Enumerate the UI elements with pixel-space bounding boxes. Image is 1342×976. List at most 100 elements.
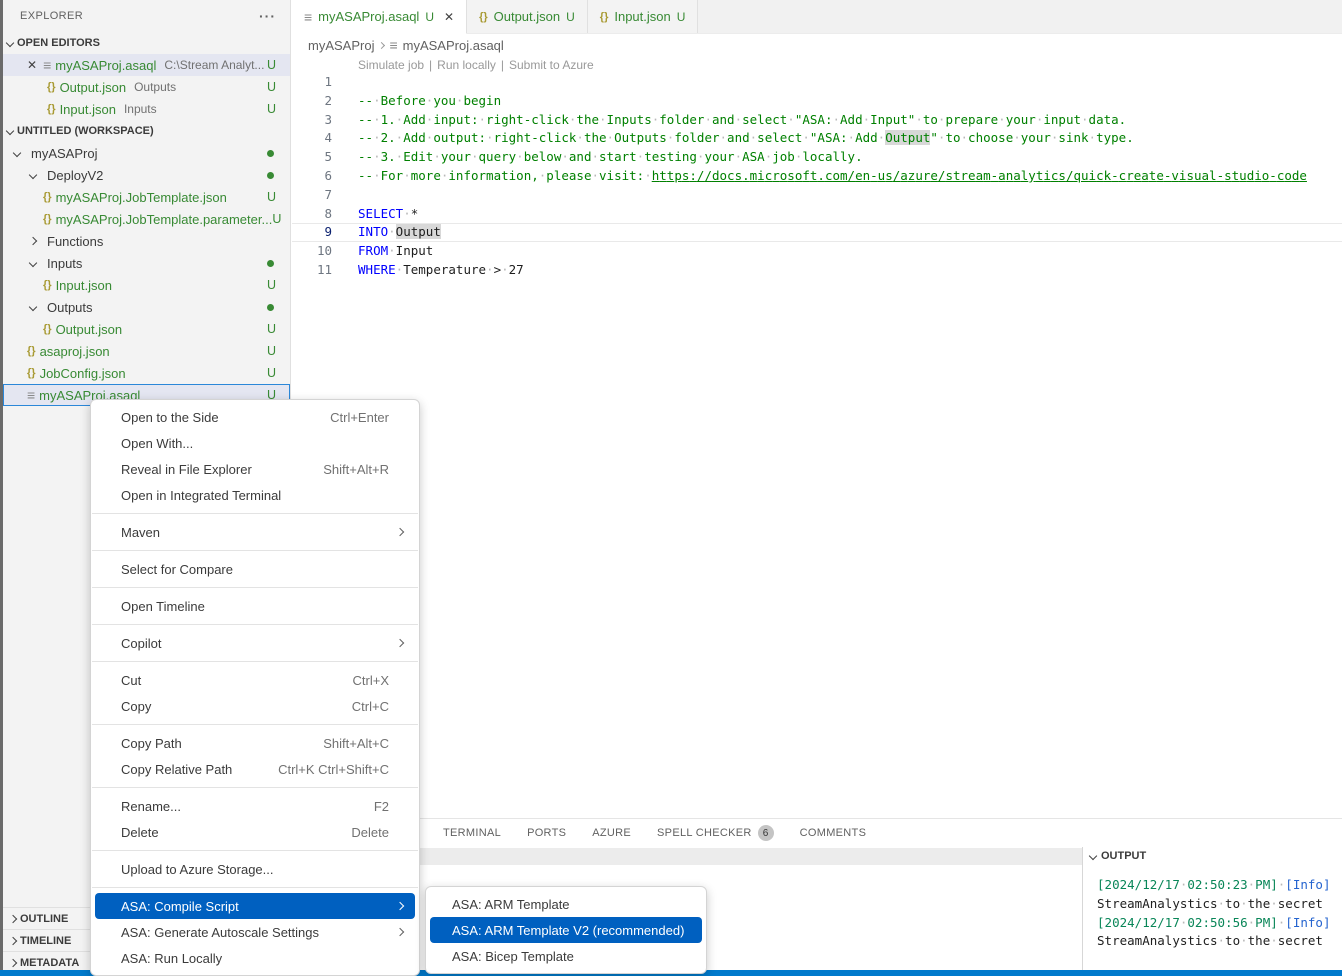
tree-item-myasaproj-jobtemplate-json[interactable]: {}myASAProj.JobTemplate.jsonU — [3, 186, 290, 208]
doc-link[interactable]: https://docs.microsoft.com/en-us/azure/s… — [652, 168, 1307, 183]
menu-item-delete[interactable]: DeleteDelete — [95, 819, 415, 845]
json-file-icon: {} — [43, 323, 52, 335]
menu-item-asa-compile-script[interactable]: ASA: Compile Script — [95, 893, 415, 919]
output-section-header[interactable]: OUTPUT — [1083, 847, 1342, 865]
menu-item-label: Rename... — [121, 799, 181, 814]
menu-item-copy-path[interactable]: Copy PathShift+Alt+C — [95, 730, 415, 756]
menu-item-copy-relative-path[interactable]: Copy Relative PathCtrl+K Ctrl+Shift+C — [95, 756, 415, 782]
codelens-separator: | — [429, 58, 432, 72]
open-editor-input-json[interactable]: {}Input.jsonInputsU — [3, 98, 290, 120]
close-icon[interactable]: ✕ — [444, 10, 454, 24]
chevron-down-icon — [6, 127, 14, 135]
menu-separator — [92, 513, 418, 514]
code-line-3[interactable]: 3--·1.·Add·input:·right-click·the·Inputs… — [292, 111, 1342, 130]
tab-output-json[interactable]: {}Output.jsonU — [467, 0, 588, 33]
code-line-10[interactable]: 10FROM·Input — [292, 242, 1342, 261]
code-line-1[interactable]: 1 — [292, 73, 1342, 92]
chevron-right-icon[interactable] — [29, 237, 37, 245]
breadcrumb-file[interactable]: myASAProj.asaql — [403, 38, 504, 53]
open-editor-myasaproj-asaql[interactable]: ✕≡myASAProj.asaqlC:\Stream Analyt...U — [3, 54, 290, 76]
file-label: Output.json — [56, 322, 123, 337]
menu-item-copy[interactable]: CopyCtrl+C — [95, 693, 415, 719]
tree-item-deployv2[interactable]: DeployV2 — [3, 164, 290, 186]
tab-input-json[interactable]: {}Input.jsonU — [588, 0, 699, 33]
git-status-badge: U — [267, 344, 276, 358]
log-line-3: [2024/12/17·02:50:56·PM]·[Info] — [1097, 914, 1342, 933]
menu-item-reveal-in-file-explorer[interactable]: Reveal in File ExplorerShift+Alt+R — [95, 456, 415, 482]
code-line-9[interactable]: 9INTO·Output — [292, 223, 1342, 242]
menu-item-copilot[interactable]: Copilot — [95, 630, 415, 656]
folder-label: Inputs — [47, 256, 82, 271]
tab-myasaproj-asaql[interactable]: ≡myASAProj.asaqlU✕ — [292, 0, 467, 34]
git-status-badge: U — [267, 190, 276, 204]
git-status-badge: U — [267, 102, 276, 116]
codelens-actions: Simulate job|Run locally|Submit to Azure — [292, 56, 1342, 73]
panel-tab-spell-checker[interactable]: SPELL CHECKER6 — [657, 819, 774, 847]
breadcrumb: myASAProj ≡ myASAProj.asaql — [292, 34, 1342, 56]
menu-item-asa-bicep-template[interactable]: ASA: Bicep Template — [430, 943, 702, 969]
tree-item-myasaproj[interactable]: myASAProj — [3, 142, 290, 164]
workspace-header[interactable]: UNTITLED (WORKSPACE) — [3, 120, 290, 142]
code-editor[interactable]: Simulate job|Run locally|Submit to Azure… — [292, 56, 1342, 280]
tree-item-jobconfig-json[interactable]: {}JobConfig.jsonU — [3, 362, 290, 384]
menu-item-maven[interactable]: Maven — [95, 519, 415, 545]
git-status-badge: U — [267, 278, 276, 292]
codelens-simulate-job[interactable]: Simulate job — [358, 58, 424, 72]
chevron-right-icon — [378, 41, 385, 48]
tree-item-input-json[interactable]: {}Input.jsonU — [3, 274, 290, 296]
chevron-down-icon[interactable] — [29, 259, 37, 267]
modified-dot-badge — [267, 172, 274, 179]
chevron-right-icon — [9, 914, 17, 922]
panel-tab-azure[interactable]: AZURE — [592, 819, 631, 847]
codelens-submit-to-azure[interactable]: Submit to Azure — [509, 58, 594, 72]
tree-item-asaproj-json[interactable]: {}asaproj.jsonU — [3, 340, 290, 362]
panel-tab-comments[interactable]: COMMENTS — [800, 819, 867, 847]
menu-item-label: Copy Path — [121, 736, 182, 751]
chevron-down-icon[interactable] — [13, 149, 21, 157]
menu-item-open-with[interactable]: Open With... — [95, 430, 415, 456]
code-line-6[interactable]: 6--·For·more·information,·please·visit:·… — [292, 167, 1342, 186]
code-line-8[interactable]: 8SELECT·* — [292, 205, 1342, 224]
open-editors-header[interactable]: OPEN EDITORS — [3, 32, 290, 54]
code-line-11[interactable]: 11WHERE·Temperature·>·27 — [292, 261, 1342, 280]
menu-item-open-timeline[interactable]: Open Timeline — [95, 593, 415, 619]
menu-item-asa-arm-template-v2-recommended[interactable]: ASA: ARM Template V2 (recommended) — [430, 917, 702, 943]
breadcrumb-folder[interactable]: myASAProj — [308, 38, 374, 53]
panel-tab-terminal[interactable]: TERMINAL — [443, 819, 501, 847]
tree-item-output-json[interactable]: {}Output.jsonU — [3, 318, 290, 340]
json-file-icon: {} — [47, 103, 56, 115]
codelens-run-locally[interactable]: Run locally — [437, 58, 496, 72]
menu-item-open-to-the-side[interactable]: Open to the SideCtrl+Enter — [95, 404, 415, 430]
tree-item-functions[interactable]: Functions — [3, 230, 290, 252]
code-line-2[interactable]: 2--·Before·you·begin — [292, 92, 1342, 111]
asaql-file-icon: ≡ — [389, 37, 397, 53]
file-label: JobConfig.json — [40, 366, 126, 381]
tree-item-myasaproj-jobtemplate-parameter[interactable]: {}myASAProj.JobTemplate.parameter...U — [3, 208, 290, 230]
submenu-arrow-icon — [396, 928, 404, 936]
menu-item-asa-run-locally[interactable]: ASA: Run Locally — [95, 945, 415, 971]
line-number: 11 — [292, 261, 332, 280]
menu-item-asa-generate-autoscale-settings[interactable]: ASA: Generate Autoscale Settings — [95, 919, 415, 945]
menu-item-cut[interactable]: CutCtrl+X — [95, 667, 415, 693]
tree-item-outputs[interactable]: Outputs — [3, 296, 290, 318]
menu-item-upload-to-azure-storage[interactable]: Upload to Azure Storage... — [95, 856, 415, 882]
code-line-4[interactable]: 4--·2.·Add·output:·right-click·the·Outpu… — [292, 129, 1342, 148]
chevron-down-icon[interactable] — [29, 303, 37, 311]
menu-item-rename[interactable]: Rename...F2 — [95, 793, 415, 819]
menu-item-asa-arm-template[interactable]: ASA: ARM Template — [430, 891, 702, 917]
open-editor-output-json[interactable]: {}Output.jsonOutputsU — [3, 76, 290, 98]
asaql-file-icon: ≡ — [27, 387, 35, 403]
chevron-right-icon — [9, 936, 17, 944]
tree-item-inputs[interactable]: Inputs — [3, 252, 290, 274]
tab-label: Output.json — [494, 9, 561, 24]
panel-tab-ports[interactable]: PORTS — [527, 819, 566, 847]
more-actions-icon[interactable]: ··· — [259, 8, 276, 24]
git-status-badge: U — [267, 80, 276, 94]
close-icon[interactable]: ✕ — [27, 58, 37, 72]
code-line-5[interactable]: 5--·3.·Edit·your·query·below·and·start·t… — [292, 148, 1342, 167]
chevron-down-icon[interactable] — [29, 171, 37, 179]
menu-item-open-in-integrated-terminal[interactable]: Open in Integrated Terminal — [95, 482, 415, 508]
panel-tab-label: SPELL CHECKER — [657, 821, 752, 845]
code-line-7[interactable]: 7 — [292, 186, 1342, 205]
menu-item-select-for-compare[interactable]: Select for Compare — [95, 556, 415, 582]
